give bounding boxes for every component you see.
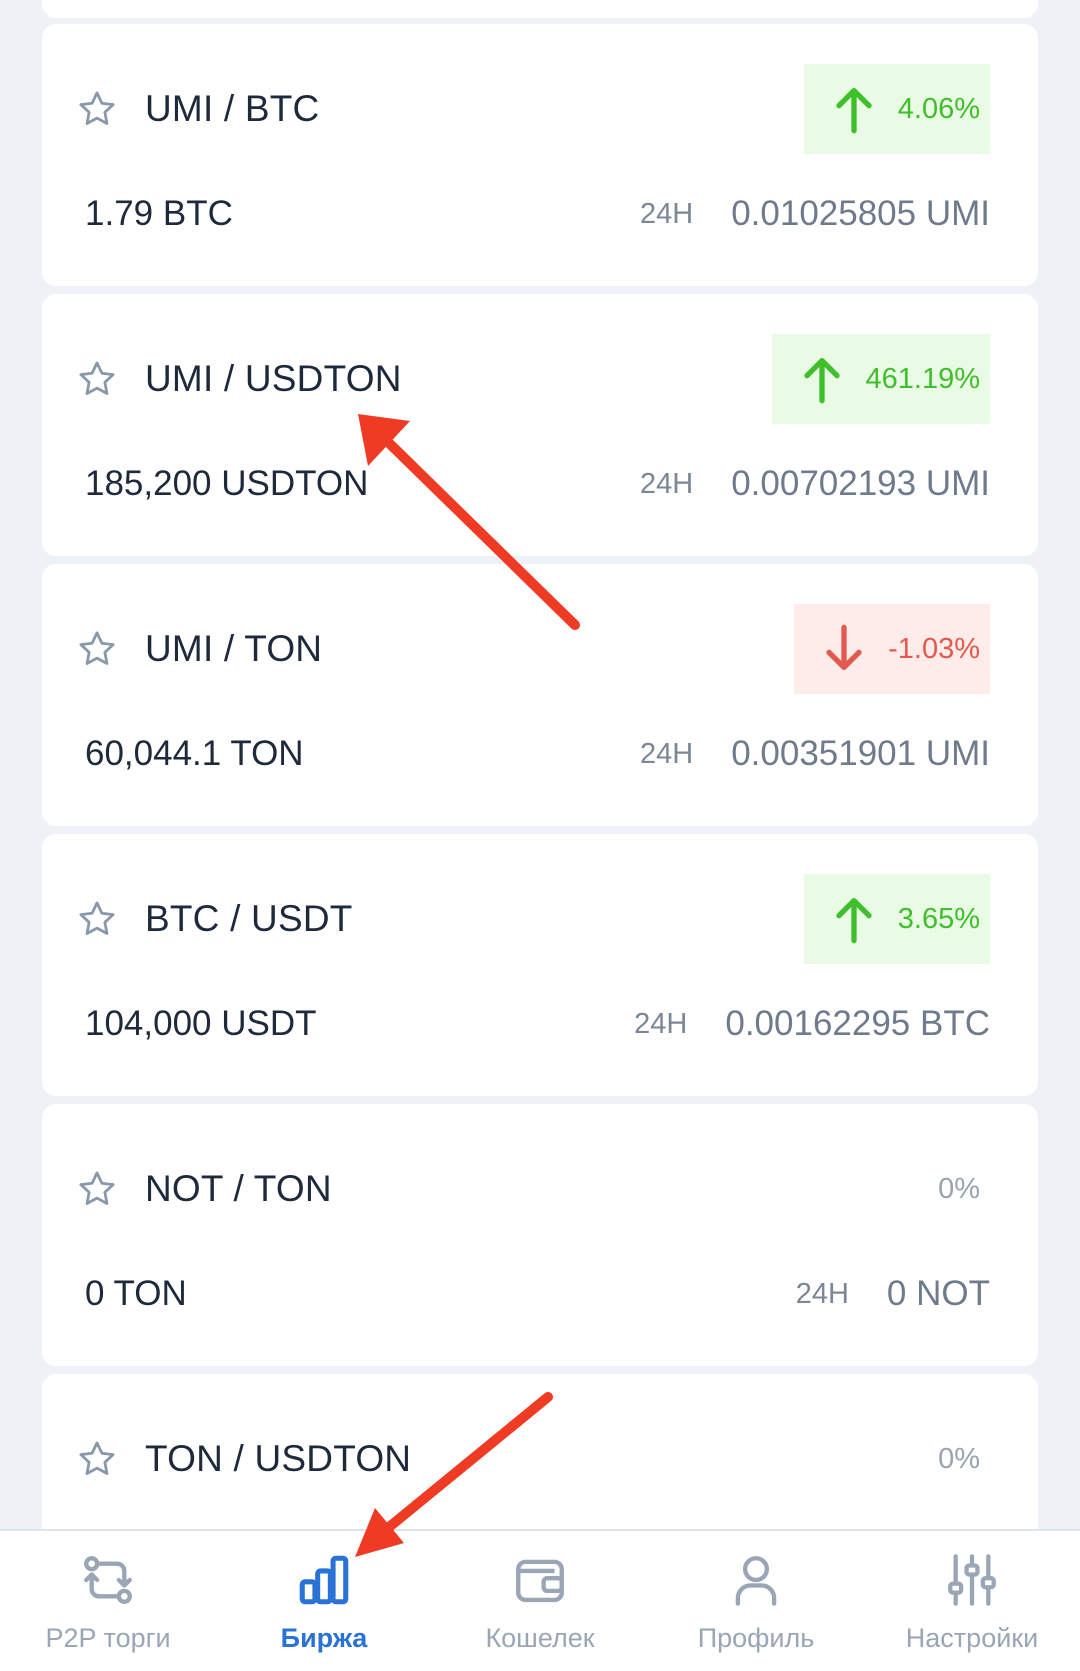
nav-item-wallet[interactable]: Кошелек [432, 1531, 648, 1671]
nav-label: P2P торги [45, 1623, 171, 1653]
pair-name: NOT / TON [145, 1168, 332, 1209]
nav-label: Настройки [905, 1623, 1039, 1653]
pair-card[interactable]: NOT / TON 0% 0 TON 24H 0 NOT [42, 1104, 1038, 1366]
settings-sliders-icon [948, 1554, 996, 1606]
change-badge: 461.19% [771, 334, 990, 424]
bottom-navigation: P2P торги Биржа Кошелек Профиль Настройк… [0, 1529, 1080, 1671]
nav-label: Кошелек [485, 1623, 595, 1653]
exchange-chart-icon [299, 1555, 349, 1605]
change-value: 0% [938, 1172, 980, 1205]
pair-card-partial[interactable] [42, 0, 1038, 18]
arrow-up-icon [836, 898, 872, 944]
nav-item-profile[interactable]: Профиль [648, 1531, 864, 1671]
change-badge: 0% [938, 1144, 990, 1234]
favorite-star-icon[interactable] [76, 358, 118, 400]
arrow-up-icon [836, 88, 872, 134]
favorite-star-icon[interactable] [76, 1438, 118, 1480]
pair-name: UMI / USDTON [145, 358, 402, 399]
volume-value: 104,000 USDT [85, 1004, 317, 1043]
arrow-down-icon [826, 624, 862, 670]
change-value: -1.03% [888, 632, 980, 665]
nav-item-p2p[interactable]: P2P торги [0, 1531, 216, 1671]
arrow-up-icon [803, 358, 840, 404]
pair-card[interactable]: UMI / BTC 4.06% 1.79 BTC 24H 0.01025805 … [42, 24, 1038, 286]
pair-name: UMI / BTC [145, 88, 320, 129]
favorite-star-icon[interactable] [76, 88, 118, 130]
nav-label: Профиль [697, 1623, 815, 1653]
nav-item-exchange[interactable]: Биржа [216, 1531, 432, 1671]
pair-name: TON / USDTON [145, 1438, 412, 1479]
period-label: 24H [640, 468, 694, 500]
nav-label: Биржа [280, 1623, 368, 1653]
change-value: 461.19% [865, 362, 981, 395]
period-label: 24H [795, 1278, 849, 1310]
price-value: 0.00162295 BTC [725, 1004, 990, 1043]
pair-card[interactable]: BTC / USDT 3.65% 104,000 USDT 24H 0.0016… [42, 834, 1038, 1096]
volume-value: 60,044.1 TON [85, 734, 304, 773]
change-value: 4.06% [897, 92, 980, 125]
exchange-screen: UMI / BTC 4.06% 1.79 BTC 24H 0.01025805 … [0, 0, 1080, 1671]
pair-name: BTC / USDT [145, 898, 353, 939]
period-label: 24H [640, 738, 694, 770]
nav-item-settings[interactable]: Настройки [864, 1531, 1080, 1671]
change-value: 0% [938, 1442, 980, 1475]
p2p-swap-icon [84, 1556, 132, 1604]
volume-value: 0 TON [85, 1274, 187, 1313]
volume-value: 185,200 USDTON [85, 464, 369, 503]
price-value: 0.01025805 UMI [731, 194, 990, 233]
period-label: 24H [634, 1008, 688, 1040]
price-value: 0.00702193 UMI [731, 464, 990, 503]
pair-name: UMI / TON [145, 628, 323, 669]
profile-icon [735, 1556, 777, 1606]
favorite-star-icon[interactable] [76, 898, 118, 940]
change-badge: 3.65% [803, 874, 990, 964]
favorite-star-icon[interactable] [76, 1168, 118, 1210]
change-badge: 4.06% [803, 64, 990, 154]
change-value: 3.65% [897, 902, 980, 935]
change-badge: -1.03% [794, 604, 990, 694]
volume-value: 1.79 BTC [85, 194, 233, 233]
price-value: 0.00351901 UMI [731, 734, 990, 773]
pair-card[interactable]: UMI / TON -1.03% 60,044.1 TON 24H 0.0035… [42, 564, 1038, 826]
change-badge: 0% [938, 1414, 990, 1504]
favorite-star-icon[interactable] [76, 628, 118, 670]
period-label: 24H [640, 198, 694, 230]
pair-card[interactable]: UMI / USDTON 461.19% 185,200 USDTON 24H … [42, 294, 1038, 556]
price-value: 0 NOT [886, 1274, 990, 1313]
wallet-icon [516, 1559, 564, 1603]
